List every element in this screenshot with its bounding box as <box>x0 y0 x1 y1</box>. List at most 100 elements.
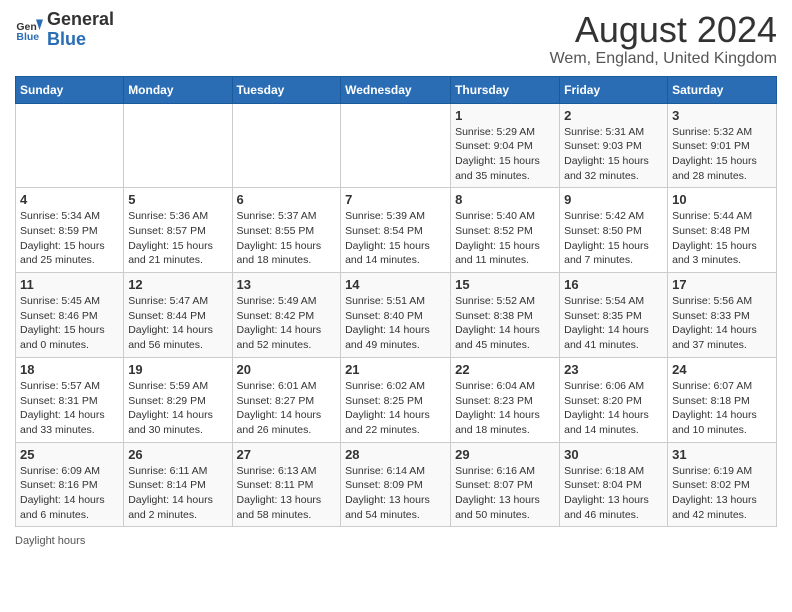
day-detail: Sunrise: 5:54 AMSunset: 8:35 PMDaylight:… <box>564 294 663 353</box>
generalblue-logo-icon: Gen Blue <box>15 16 43 44</box>
day-detail: Sunrise: 5:34 AMSunset: 8:59 PMDaylight:… <box>20 209 119 268</box>
day-detail: Sunrise: 6:16 AMSunset: 8:07 PMDaylight:… <box>455 464 555 523</box>
day-number: 21 <box>345 362 446 377</box>
header: Gen Blue General Blue August 2024 Wem, E… <box>15 10 777 68</box>
calendar-cell: 12 Sunrise: 5:47 AMSunset: 8:44 PMDayligh… <box>124 273 232 358</box>
calendar-cell: 6 Sunrise: 5:37 AMSunset: 8:55 PMDaylight… <box>232 188 341 273</box>
day-detail: Sunrise: 5:42 AMSunset: 8:50 PMDaylight:… <box>564 209 663 268</box>
day-detail: Sunrise: 5:49 AMSunset: 8:42 PMDaylight:… <box>237 294 337 353</box>
day-number: 24 <box>672 362 772 377</box>
day-number: 19 <box>128 362 227 377</box>
day-detail: Sunrise: 6:04 AMSunset: 8:23 PMDaylight:… <box>455 379 555 438</box>
calendar-cell: 25 Sunrise: 6:09 AMSunset: 8:16 PMDayligh… <box>16 442 124 527</box>
day-detail: Sunrise: 5:37 AMSunset: 8:55 PMDaylight:… <box>237 209 337 268</box>
calendar-cell: 13 Sunrise: 5:49 AMSunset: 8:42 PMDayligh… <box>232 273 341 358</box>
day-detail: Sunrise: 5:52 AMSunset: 8:38 PMDaylight:… <box>455 294 555 353</box>
day-number: 7 <box>345 192 446 207</box>
day-number: 6 <box>237 192 337 207</box>
day-header-thursday: Thursday <box>451 76 560 103</box>
day-detail: Sunrise: 6:13 AMSunset: 8:11 PMDaylight:… <box>237 464 337 523</box>
day-detail: Sunrise: 5:56 AMSunset: 8:33 PMDaylight:… <box>672 294 772 353</box>
calendar-cell: 5 Sunrise: 5:36 AMSunset: 8:57 PMDaylight… <box>124 188 232 273</box>
day-header-saturday: Saturday <box>668 76 777 103</box>
calendar-cell: 4 Sunrise: 5:34 AMSunset: 8:59 PMDaylight… <box>16 188 124 273</box>
day-detail: Sunrise: 6:07 AMSunset: 8:18 PMDaylight:… <box>672 379 772 438</box>
day-number: 13 <box>237 277 337 292</box>
day-detail: Sunrise: 6:14 AMSunset: 8:09 PMDaylight:… <box>345 464 446 523</box>
calendar-cell: 2 Sunrise: 5:31 AMSunset: 9:03 PMDaylight… <box>560 103 668 188</box>
day-detail: Sunrise: 5:36 AMSunset: 8:57 PMDaylight:… <box>128 209 227 268</box>
calendar-cell: 24 Sunrise: 6:07 AMSunset: 8:18 PMDayligh… <box>668 357 777 442</box>
calendar-cell: 21 Sunrise: 6:02 AMSunset: 8:25 PMDayligh… <box>341 357 451 442</box>
day-detail: Sunrise: 5:29 AMSunset: 9:04 PMDaylight:… <box>455 125 555 184</box>
svg-text:Blue: Blue <box>16 31 39 43</box>
day-number: 27 <box>237 447 337 462</box>
day-number: 25 <box>20 447 119 462</box>
logo-blue-text: Blue <box>47 29 86 49</box>
calendar-cell: 22 Sunrise: 6:04 AMSunset: 8:23 PMDayligh… <box>451 357 560 442</box>
day-detail: Sunrise: 5:59 AMSunset: 8:29 PMDaylight:… <box>128 379 227 438</box>
day-detail: Sunrise: 5:32 AMSunset: 9:01 PMDaylight:… <box>672 125 772 184</box>
day-number: 3 <box>672 108 772 123</box>
day-detail: Sunrise: 5:44 AMSunset: 8:48 PMDaylight:… <box>672 209 772 268</box>
day-detail: Sunrise: 6:11 AMSunset: 8:14 PMDaylight:… <box>128 464 227 523</box>
calendar-cell: 28Sunrise: 6:14 AMSunset: 8:09 PMDayligh… <box>341 442 451 527</box>
calendar-cell <box>232 103 341 188</box>
day-header-wednesday: Wednesday <box>341 76 451 103</box>
day-detail: Sunrise: 6:02 AMSunset: 8:25 PMDaylight:… <box>345 379 446 438</box>
calendar-cell: 18Sunrise: 5:57 AMSunset: 8:31 PMDayligh… <box>16 357 124 442</box>
day-detail: Sunrise: 6:01 AMSunset: 8:27 PMDaylight:… <box>237 379 337 438</box>
day-number: 4 <box>20 192 119 207</box>
day-detail: Sunrise: 5:31 AMSunset: 9:03 PMDaylight:… <box>564 125 663 184</box>
day-header-tuesday: Tuesday <box>232 76 341 103</box>
day-detail: Sunrise: 5:40 AMSunset: 8:52 PMDaylight:… <box>455 209 555 268</box>
calendar-cell: 17 Sunrise: 5:56 AMSunset: 8:33 PMDayligh… <box>668 273 777 358</box>
day-number: 11 <box>20 277 119 292</box>
day-detail: Sunrise: 5:47 AMSunset: 8:44 PMDaylight:… <box>128 294 227 353</box>
day-detail: Sunrise: 6:19 AMSunset: 8:02 PMDaylight:… <box>672 464 772 523</box>
calendar-cell: 20 Sunrise: 6:01 AMSunset: 8:27 PMDayligh… <box>232 357 341 442</box>
day-number: 26 <box>128 447 227 462</box>
calendar-cell: 27 Sunrise: 6:13 AMSunset: 8:11 PMDayligh… <box>232 442 341 527</box>
day-detail: Sunrise: 6:06 AMSunset: 8:20 PMDaylight:… <box>564 379 663 438</box>
calendar-cell: 19 Sunrise: 5:59 AMSunset: 8:29 PMDayligh… <box>124 357 232 442</box>
calendar-cell: 30Sunrise: 6:18 AMSunset: 8:04 PMDayligh… <box>560 442 668 527</box>
day-detail: Sunrise: 6:09 AMSunset: 8:16 PMDaylight:… <box>20 464 119 523</box>
day-number: 8 <box>455 192 555 207</box>
day-number: 20 <box>237 362 337 377</box>
day-header-monday: Monday <box>124 76 232 103</box>
day-number: 1 <box>455 108 555 123</box>
calendar-cell <box>124 103 232 188</box>
footer: Daylight hours <box>15 535 777 547</box>
calendar-cell: 14Sunrise: 5:51 AMSunset: 8:40 PMDayligh… <box>341 273 451 358</box>
calendar-cell: 16 Sunrise: 5:54 AMSunset: 8:35 PMDayligh… <box>560 273 668 358</box>
calendar-cell: 11 Sunrise: 5:45 AMSunset: 8:46 PMDayligh… <box>16 273 124 358</box>
calendar-cell: 10 Sunrise: 5:44 AMSunset: 8:48 PMDayligh… <box>668 188 777 273</box>
day-number: 10 <box>672 192 772 207</box>
calendar-cell: 8 Sunrise: 5:40 AMSunset: 8:52 PMDaylight… <box>451 188 560 273</box>
calendar-cell <box>16 103 124 188</box>
day-number: 29 <box>455 447 555 462</box>
calendar-cell: 23 Sunrise: 6:06 AMSunset: 8:20 PMDayligh… <box>560 357 668 442</box>
day-number: 22 <box>455 362 555 377</box>
day-detail: Sunrise: 5:39 AMSunset: 8:54 PMDaylight:… <box>345 209 446 268</box>
day-number: 18 <box>20 362 119 377</box>
day-number: 17 <box>672 277 772 292</box>
calendar-cell: 9 Sunrise: 5:42 AMSunset: 8:50 PMDaylight… <box>560 188 668 273</box>
day-number: 23 <box>564 362 663 377</box>
day-header-friday: Friday <box>560 76 668 103</box>
day-number: 5 <box>128 192 227 207</box>
day-number: 12 <box>128 277 227 292</box>
title-area: August 2024 Wem, England, United Kingdom <box>550 10 777 68</box>
day-number: 2 <box>564 108 663 123</box>
logo: Gen Blue General Blue <box>15 10 114 50</box>
day-header-sunday: Sunday <box>16 76 124 103</box>
day-detail: Sunrise: 5:45 AMSunset: 8:46 PMDaylight:… <box>20 294 119 353</box>
logo-general-text: General <box>47 9 114 29</box>
calendar-cell <box>341 103 451 188</box>
calendar-cell: 26 Sunrise: 6:11 AMSunset: 8:14 PMDayligh… <box>124 442 232 527</box>
daylight-label: Daylight hours <box>15 535 85 547</box>
day-detail: Sunrise: 5:51 AMSunset: 8:40 PMDaylight:… <box>345 294 446 353</box>
day-number: 16 <box>564 277 663 292</box>
day-number: 9 <box>564 192 663 207</box>
